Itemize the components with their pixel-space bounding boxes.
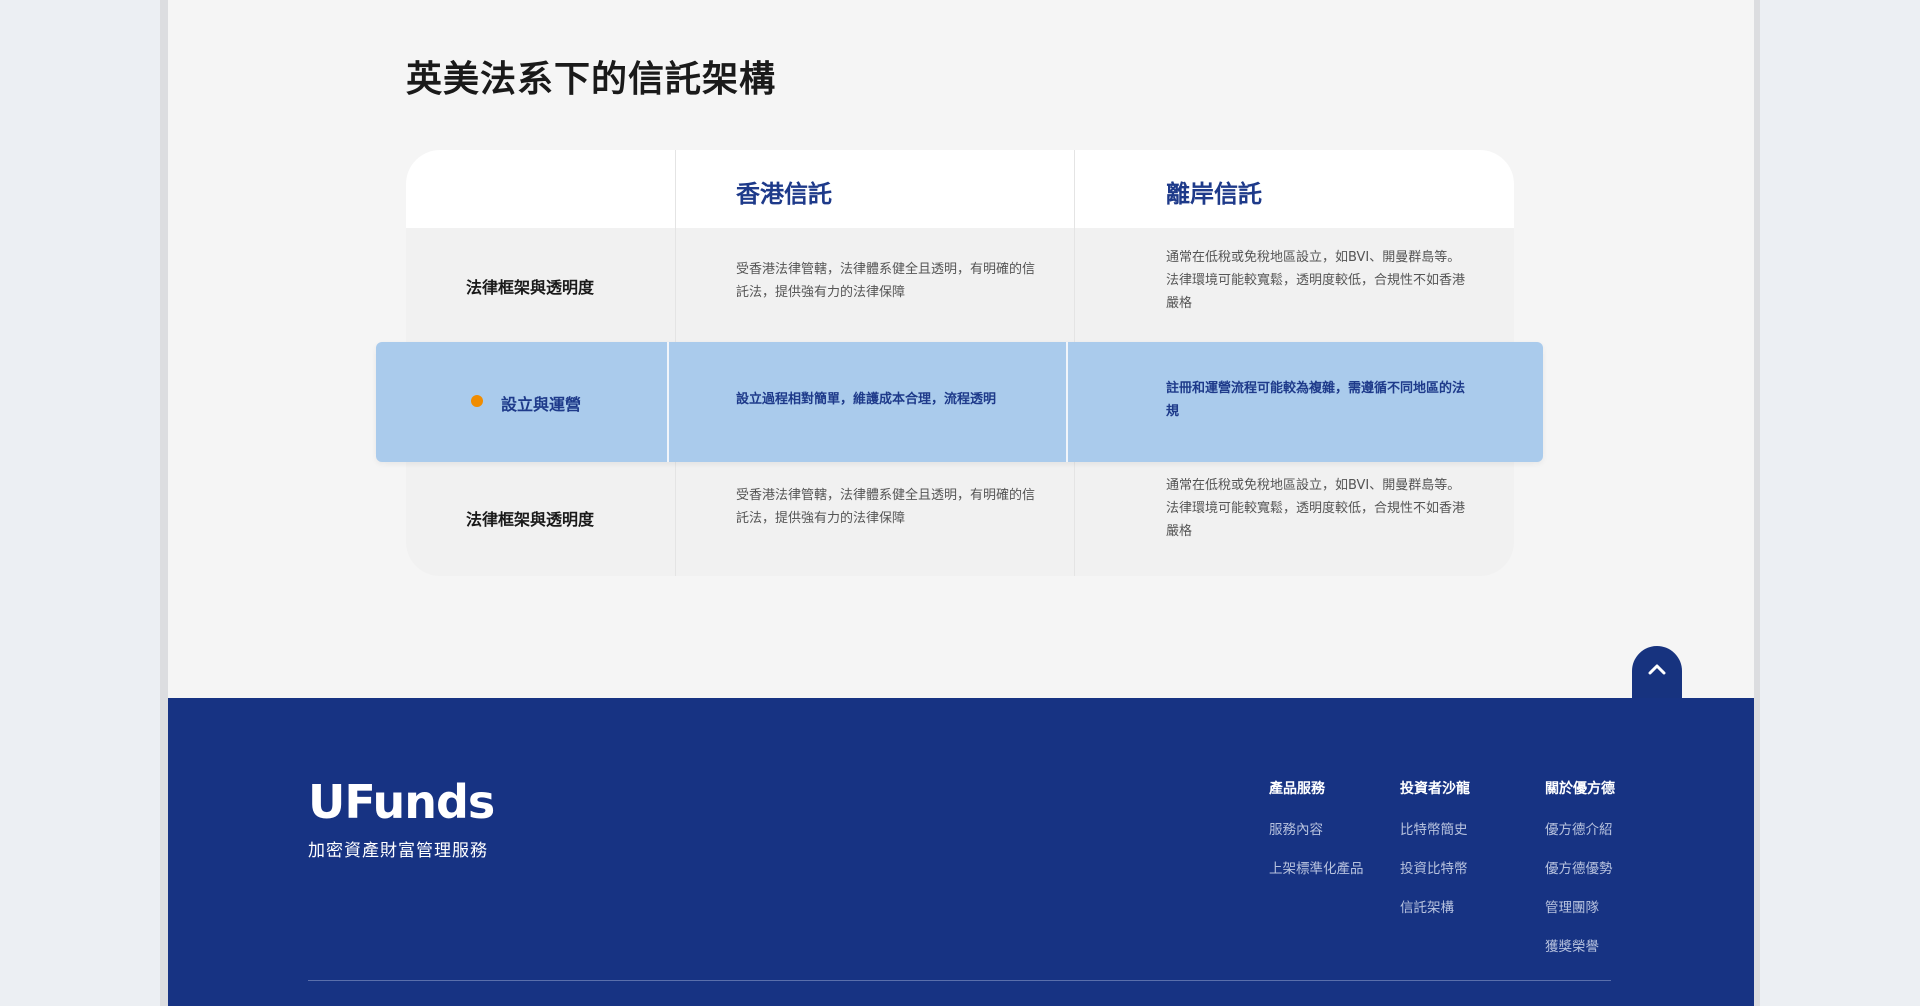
scroll-to-top-button[interactable] xyxy=(1632,646,1682,698)
footer-link-advantages[interactable]: 優方德優勢 xyxy=(1545,857,1615,877)
header-offshore-trust: 離岸信託 xyxy=(1166,180,1262,208)
ufunds-logo[interactable]: UFunds xyxy=(308,775,498,829)
footer-heading: 關於優方德 xyxy=(1545,781,1615,797)
row-label: 法律框架與透明度 xyxy=(466,510,595,529)
hk-cell: 受香港法律管轄，法律體系健全且透明，有明確的信託法，提供強有力的法律保障 xyxy=(736,488,1036,526)
offshore-cell: 通常在低稅或免稅地區設立，如BVI、開曼群島等。法律環境可能較寬鬆，透明度較低，… xyxy=(1166,478,1466,539)
table-row: 法律框架與透明度 受香港法律管轄，法律體系健全且透明，有明確的信託法，提供強有力… xyxy=(406,460,1514,576)
table-row-highlighted[interactable]: 設立與運營 設立過程相對簡單，維護成本合理，流程透明 註冊和運營流程可能較為複雜… xyxy=(376,342,1543,462)
footer-column-products: 產品服務 服務內容 上架標準化產品 xyxy=(1269,778,1364,896)
offshore-cell: 通常在低稅或免稅地區設立，如BVI、開曼群島等。法律環境可能較寬鬆，透明度較低，… xyxy=(1166,250,1466,311)
table-header: 香港信託 離岸信託 xyxy=(406,150,1514,228)
page: 英美法系下的信託架構 香港信託 離岸信託 法律框架與透明度 受香港法律管轄，法律… xyxy=(168,0,1754,1006)
hk-cell: 受香港法律管轄，法律體系健全且透明，有明確的信託法，提供強有力的法律保障 xyxy=(736,262,1036,300)
chevron-up-icon xyxy=(1648,664,1666,675)
logo-mark: UFunds xyxy=(308,775,495,829)
section-title: 英美法系下的信託架構 xyxy=(406,59,777,100)
footer-link-services[interactable]: 服務內容 xyxy=(1269,818,1364,838)
footer-link-intro[interactable]: 優方德介紹 xyxy=(1545,818,1615,838)
column-divider xyxy=(1066,342,1068,462)
footer-column-salon: 投資者沙龍 比特幣簡史 投資比特幣 信託架構 xyxy=(1400,778,1470,935)
footer-link-invest-bitcoin[interactable]: 投資比特幣 xyxy=(1400,857,1470,877)
row-label: 設立與運營 xyxy=(501,395,582,414)
footer-heading: 產品服務 xyxy=(1269,781,1325,797)
offshore-cell: 註冊和運營流程可能較為複雜，需遵循不同地區的法規 xyxy=(1166,381,1466,419)
svg-text:UFunds: UFunds xyxy=(308,778,494,824)
table-row: 法律框架與透明度 受香港法律管轄，法律體系健全且透明，有明確的信託法，提供強有力… xyxy=(406,228,1514,340)
footer-divider xyxy=(308,980,1611,981)
header-hk-trust: 香港信託 xyxy=(736,180,832,208)
hk-cell: 設立過程相對簡單，維護成本合理，流程透明 xyxy=(736,392,997,407)
footer-column-about: 關於優方德 優方德介紹 優方德優勢 管理團隊 獲獎榮譽 xyxy=(1545,778,1615,974)
footer-link-trust-structure[interactable]: 信託架構 xyxy=(1400,896,1470,916)
footer-link-bitcoin-history[interactable]: 比特幣簡史 xyxy=(1400,818,1470,838)
row-label: 法律框架與透明度 xyxy=(466,278,595,297)
footer-tagline: 加密資產財富管理服務 xyxy=(308,841,488,861)
footer-heading: 投資者沙龍 xyxy=(1400,781,1470,797)
footer-link-awards[interactable]: 獲獎榮譽 xyxy=(1545,935,1615,955)
active-dot-icon xyxy=(471,395,483,407)
footer-link-products[interactable]: 上架標準化產品 xyxy=(1269,857,1364,877)
footer-link-team[interactable]: 管理團隊 xyxy=(1545,896,1615,916)
column-divider xyxy=(667,342,669,462)
site-footer: UFunds 加密資產財富管理服務 產品服務 服務內容 上架標準化產品 投資者沙… xyxy=(168,698,1754,1006)
